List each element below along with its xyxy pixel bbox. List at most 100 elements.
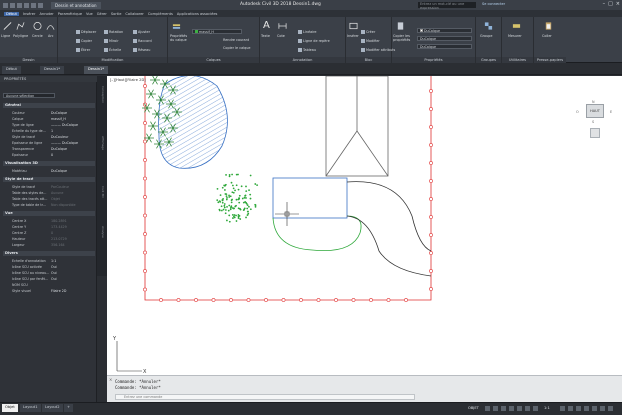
- viewcube[interactable]: N O E HAUT S: [576, 100, 614, 154]
- fillet-button[interactable]: Raccord: [133, 39, 152, 43]
- stretch-button[interactable]: Étirer: [76, 48, 90, 52]
- circle-button[interactable]: Cercle: [32, 34, 43, 38]
- match-layer-button[interactable]: Copier le calque: [223, 46, 250, 50]
- color-dropdown[interactable]: DuCalque: [417, 28, 472, 33]
- polyline-icon[interactable]: [16, 21, 25, 31]
- edit-attributes-button[interactable]: Modifier attributs: [361, 48, 395, 52]
- save-icon[interactable]: [24, 2, 29, 8]
- search-input[interactable]: Entrez un mot-clé ou une expression: [418, 2, 476, 10]
- tab-layout2[interactable]: Layout2: [42, 404, 63, 412]
- scale-button[interactable]: Échelle: [104, 48, 121, 52]
- match-properties-button[interactable]: Copier les propriétés: [393, 34, 413, 42]
- insert-block-icon[interactable]: [349, 21, 358, 31]
- redo-icon[interactable]: [38, 2, 43, 8]
- linetype-dropdown[interactable]: DuCalque: [417, 44, 472, 49]
- tab-gerer[interactable]: Gérer: [97, 12, 107, 16]
- tab-debut[interactable]: Début: [4, 11, 19, 16]
- array-button[interactable]: Réseau: [133, 48, 150, 52]
- trim-button[interactable]: Ajuster: [133, 30, 150, 34]
- otrack-icon[interactable]: [525, 406, 530, 411]
- lineweight-dropdown[interactable]: DuCalque: [417, 36, 472, 41]
- osnap-icon[interactable]: [517, 406, 522, 411]
- match-properties-icon[interactable]: [396, 21, 405, 31]
- tab-parametrique[interactable]: Paramétrique: [58, 12, 82, 16]
- viewport-controls[interactable]: [–][Haut][Filaire 2D]: [110, 78, 146, 82]
- side-tab-civil3d[interactable]: Civil 3D: [99, 186, 105, 198]
- isolate-icon[interactable]: [584, 406, 589, 411]
- group-button[interactable]: Groupe: [480, 34, 492, 38]
- tab-annoter[interactable]: Annoter: [39, 12, 53, 16]
- annotation-scale[interactable]: 1:1: [544, 406, 550, 410]
- layer-dropdown[interactable]: massif_H: [192, 29, 242, 34]
- drawing-canvas[interactable]: Y X: [107, 75, 622, 375]
- tab-vue[interactable]: Vue: [86, 12, 93, 16]
- rotate-button[interactable]: Rotation: [104, 30, 123, 34]
- units-icon[interactable]: [576, 406, 581, 411]
- mirror-button[interactable]: Miroir: [104, 39, 119, 43]
- line-button[interactable]: Ligne: [1, 34, 10, 38]
- side-tab-design[interactable]: Conception: [99, 86, 105, 103]
- side-tab-analysis[interactable]: Analyse: [99, 226, 105, 238]
- arc-icon[interactable]: [46, 21, 55, 31]
- wcs-menu-icon[interactable]: [590, 128, 600, 138]
- close-button[interactable]: ×: [616, 1, 620, 7]
- tab-collaborer[interactable]: Collaborer: [125, 12, 143, 16]
- customize-menu-icon[interactable]: [608, 406, 613, 411]
- tab-drawing-2[interactable]: Dessin1*: [84, 66, 109, 74]
- ortho-icon[interactable]: [501, 406, 506, 411]
- paste-icon[interactable]: [544, 21, 553, 31]
- text-icon[interactable]: A: [263, 21, 272, 31]
- insert-button[interactable]: Insérer: [347, 34, 359, 38]
- layer-properties-button[interactable]: Propriétés du calque: [170, 34, 190, 42]
- section-plot[interactable]: Style de tracé: [3, 177, 95, 182]
- space-indicator[interactable]: OBJET: [468, 406, 479, 410]
- text-button[interactable]: Texte: [261, 34, 270, 38]
- leader-button[interactable]: Ligne de repère: [298, 39, 330, 43]
- clean-screen-icon[interactable]: [600, 406, 605, 411]
- tab-inserer[interactable]: Insérer: [23, 12, 36, 16]
- section-misc[interactable]: Divers: [3, 251, 95, 256]
- dimension-icon[interactable]: [278, 21, 287, 31]
- open-icon[interactable]: [17, 2, 22, 8]
- grid-icon[interactable]: [485, 406, 490, 411]
- tab-complements[interactable]: Compléments: [148, 12, 173, 16]
- snap-icon[interactable]: [493, 406, 498, 411]
- create-block-button[interactable]: Créer: [361, 30, 375, 34]
- undo-icon[interactable]: [31, 2, 36, 8]
- make-current-button[interactable]: Rendre courant: [223, 38, 249, 42]
- tab-start[interactable]: Début: [2, 66, 21, 74]
- dimension-button[interactable]: Cote: [277, 34, 285, 38]
- section-visual3d[interactable]: Visualisation 3D: [3, 161, 95, 166]
- annotation-monitor-icon[interactable]: [568, 406, 573, 411]
- property-row[interactable]: Largeur 356.164: [8, 242, 96, 248]
- side-tab-display[interactable]: Affichage: [99, 136, 105, 150]
- paste-button[interactable]: Coller: [542, 34, 552, 38]
- property-row[interactable]: Epaisseur 0: [8, 152, 96, 158]
- add-layout-button[interactable]: +: [64, 404, 74, 412]
- table-button[interactable]: Tableau: [298, 48, 316, 52]
- selection-dropdown[interactable]: Aucune sélection: [3, 93, 55, 98]
- copy-button[interactable]: Copier: [76, 39, 92, 43]
- app-menu-icon[interactable]: [3, 2, 8, 8]
- polar-icon[interactable]: [509, 406, 514, 411]
- arc-button[interactable]: Arc: [48, 34, 54, 38]
- linear-button[interactable]: Linéaire: [298, 30, 317, 34]
- command-close-icon[interactable]: ×: [109, 377, 113, 382]
- tab-drawing-1[interactable]: Dessin1*: [40, 66, 65, 74]
- property-row[interactable]: Style visuel Filaire 2D: [8, 288, 96, 294]
- maximize-button[interactable]: □: [608, 1, 613, 7]
- tab-model[interactable]: Objet: [2, 404, 18, 412]
- tab-layout1[interactable]: Layout1: [20, 404, 41, 412]
- measure-button[interactable]: Mesurer: [508, 34, 522, 38]
- property-row[interactable]: Type de table de tr... Non disponible: [8, 202, 96, 208]
- tab-applications[interactable]: Applications associées: [177, 12, 218, 16]
- workspace-selector[interactable]: Dessin et annotation: [51, 1, 101, 9]
- edit-block-button[interactable]: Modifier: [361, 39, 380, 43]
- lineweight-icon[interactable]: [533, 406, 538, 411]
- measure-icon[interactable]: [512, 21, 521, 31]
- sign-in-link[interactable]: Se connecter: [482, 2, 505, 6]
- new-icon[interactable]: [10, 2, 15, 8]
- section-view[interactable]: Vue: [3, 211, 95, 216]
- section-general[interactable]: Général: [3, 103, 95, 108]
- polyline-button[interactable]: Polyligne: [13, 34, 28, 38]
